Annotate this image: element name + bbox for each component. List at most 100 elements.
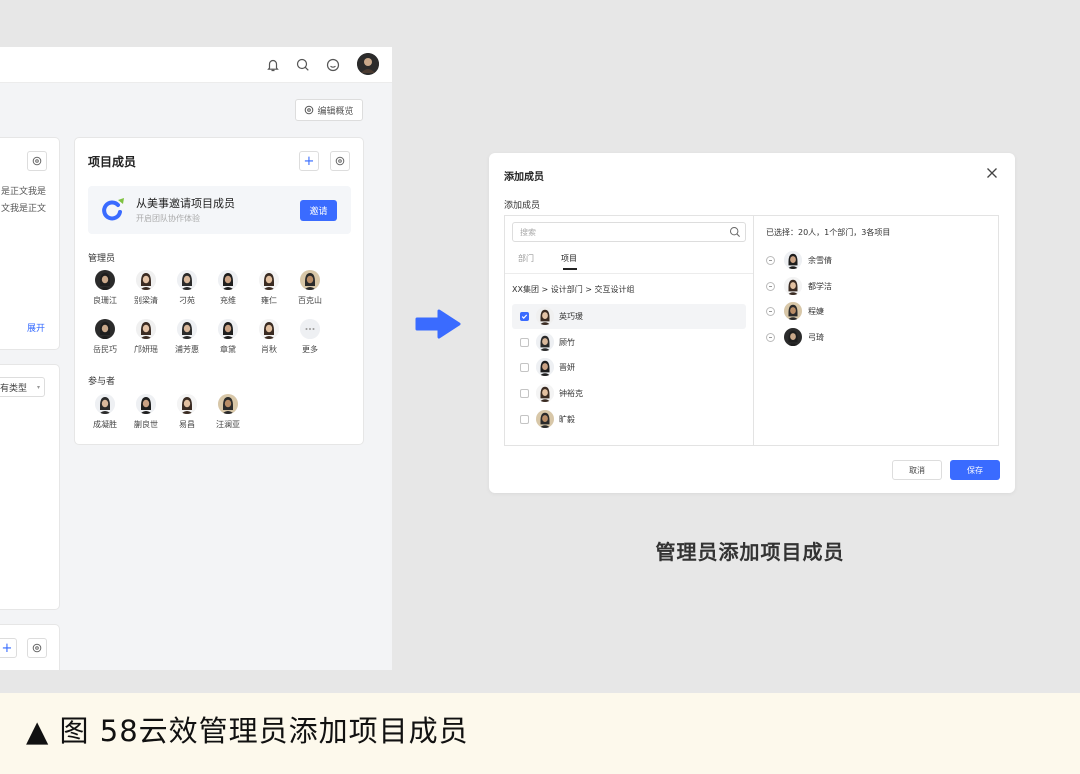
type-select-label: 有类型 [0,383,28,394]
card-settings-button-2[interactable] [27,638,47,658]
body-text-line-2: 文我是正文 [1,204,47,214]
participants-label: 参与者 [88,377,116,387]
dialog-subtitle: 添加成员 [504,201,541,211]
chevron-down-icon: ▾ [36,383,40,391]
member-checkbox[interactable] [520,337,529,347]
left-content-card: 是正文我是 文我是正文 展开 [0,137,60,350]
close-icon[interactable] [986,167,998,179]
member-item[interactable]: 良珊江 [87,270,123,306]
member-name: 百克山 [298,296,322,305]
search-input[interactable]: 搜索 [512,222,746,242]
left-bottom-card: + [0,624,60,670]
member-avatar [300,270,320,290]
member-avatar [136,270,156,290]
member-item[interactable]: 章黛 [210,319,246,355]
member-avatar [177,270,197,290]
card-settings-button[interactable] [27,151,47,171]
selected-summary: 已选择：20人，1个部门，3各项目 [766,228,891,237]
selected-item: 弓琦 [766,328,986,348]
member-avatar [536,409,554,428]
member-avatar [536,358,554,377]
search-icon [729,226,741,238]
settings-icon [32,643,42,653]
selected-avatar [784,251,802,269]
member-avatar [218,270,238,290]
settings-icon [32,156,42,166]
tab-department[interactable]: 部门 [518,253,534,264]
smile-icon[interactable] [325,57,341,73]
member-row[interactable]: 钟裕克 [512,381,746,406]
member-row[interactable]: 晋妍 [512,355,746,380]
add-button[interactable]: + [0,638,17,658]
selected-avatar [784,328,802,347]
remove-icon[interactable] [766,307,775,317]
top-bar [0,47,392,83]
member-item[interactable]: 浦芳惠 [169,319,205,355]
save-button[interactable]: 保存 [950,460,1000,480]
member-checkbox[interactable] [520,414,529,424]
type-select[interactable]: 有类型 ▾ [0,377,45,397]
add-member-dialog: 添加成员 添加成员 搜索 部门 项目 XX集团 > 设计部门 > 交互设计组 英… [489,153,1015,493]
bell-icon[interactable] [265,57,281,73]
member-avatar [218,394,238,414]
member-name: 顾竹 [559,337,575,347]
member-item[interactable]: 邝妍瑶 [128,319,164,355]
members-settings-button[interactable] [330,151,350,171]
member-name: 汪澜亚 [216,420,240,429]
member-name: 蒯良世 [134,420,158,429]
member-item[interactable]: 岳民巧 [87,319,123,355]
edit-overview-button[interactable]: 编辑概览 [295,99,363,121]
add-member-button[interactable]: + [299,151,319,171]
member-row[interactable]: 英巧瑗 [512,304,746,329]
member-item[interactable]: 易昌 [169,394,205,430]
cancel-button[interactable]: 取消 [892,460,942,480]
selected-avatar [784,276,802,295]
member-name: 邝妍瑶 [134,345,158,354]
member-item[interactable]: 肖秋 [251,319,287,355]
member-avatar [136,394,156,414]
more-members-button[interactable]: 更多 [292,319,328,355]
selected-name: 都学洁 [808,281,832,291]
member-item[interactable]: 汪澜亚 [210,394,246,430]
member-name: 岳民巧 [93,345,117,354]
invite-button[interactable]: 邀请 [300,200,337,221]
user-avatar[interactable] [357,53,379,75]
search-icon[interactable] [295,57,311,73]
member-item[interactable]: 成凝胜 [87,394,123,430]
more-icon [300,319,320,339]
selected-item: 都学洁 [766,276,986,297]
member-avatar [136,319,156,339]
member-item[interactable]: 百克山 [292,270,328,306]
remove-icon[interactable] [766,256,775,265]
expand-link[interactable]: 展开 [27,321,45,334]
member-row[interactable]: 顾竹 [512,330,746,355]
member-checkbox[interactable] [520,363,529,373]
member-item[interactable]: 雍仁 [251,270,287,306]
member-name: 浦芳惠 [175,345,199,354]
member-checkbox[interactable] [520,389,529,399]
member-item[interactable]: 别梁清 [128,270,164,306]
search-placeholder: 搜索 [520,228,536,237]
project-members-card: 项目成员 + 从美事邀请项目成员 开启团队协作体验 邀请 管理员 良珊江 别梁清 刁… [74,137,364,445]
selected-name: 余雪倩 [808,256,832,265]
member-row[interactable]: 旷毅 [512,407,746,432]
member-name: 充维 [220,296,236,305]
selected-name: 弓琦 [808,333,824,343]
member-avatar [95,270,115,290]
arrow-right-icon [414,306,464,342]
settings-icon [305,105,314,115]
member-name: 别梁清 [134,296,158,305]
member-checkbox[interactable] [520,312,529,321]
tab-project[interactable]: 项目 [561,253,577,264]
remove-icon[interactable] [766,281,775,291]
member-picker: 搜索 部门 项目 XX集团 > 设计部门 > 交互设计组 英巧瑗顾竹晋妍 钟裕克旷… [504,215,999,446]
selected-item: 程婕 [766,302,986,322]
member-item[interactable]: 刁苑 [169,270,205,306]
member-item[interactable]: 充维 [210,270,246,306]
edit-overview-label: 编辑概览 [317,106,354,117]
member-avatar [177,394,197,414]
member-item[interactable]: 蒯良世 [128,394,164,430]
remove-icon[interactable] [766,333,775,343]
invite-banner: 从美事邀请项目成员 开启团队协作体验 邀请 [88,186,351,234]
breadcrumb: XX集团 > 设计部门 > 交互设计组 [512,285,635,294]
